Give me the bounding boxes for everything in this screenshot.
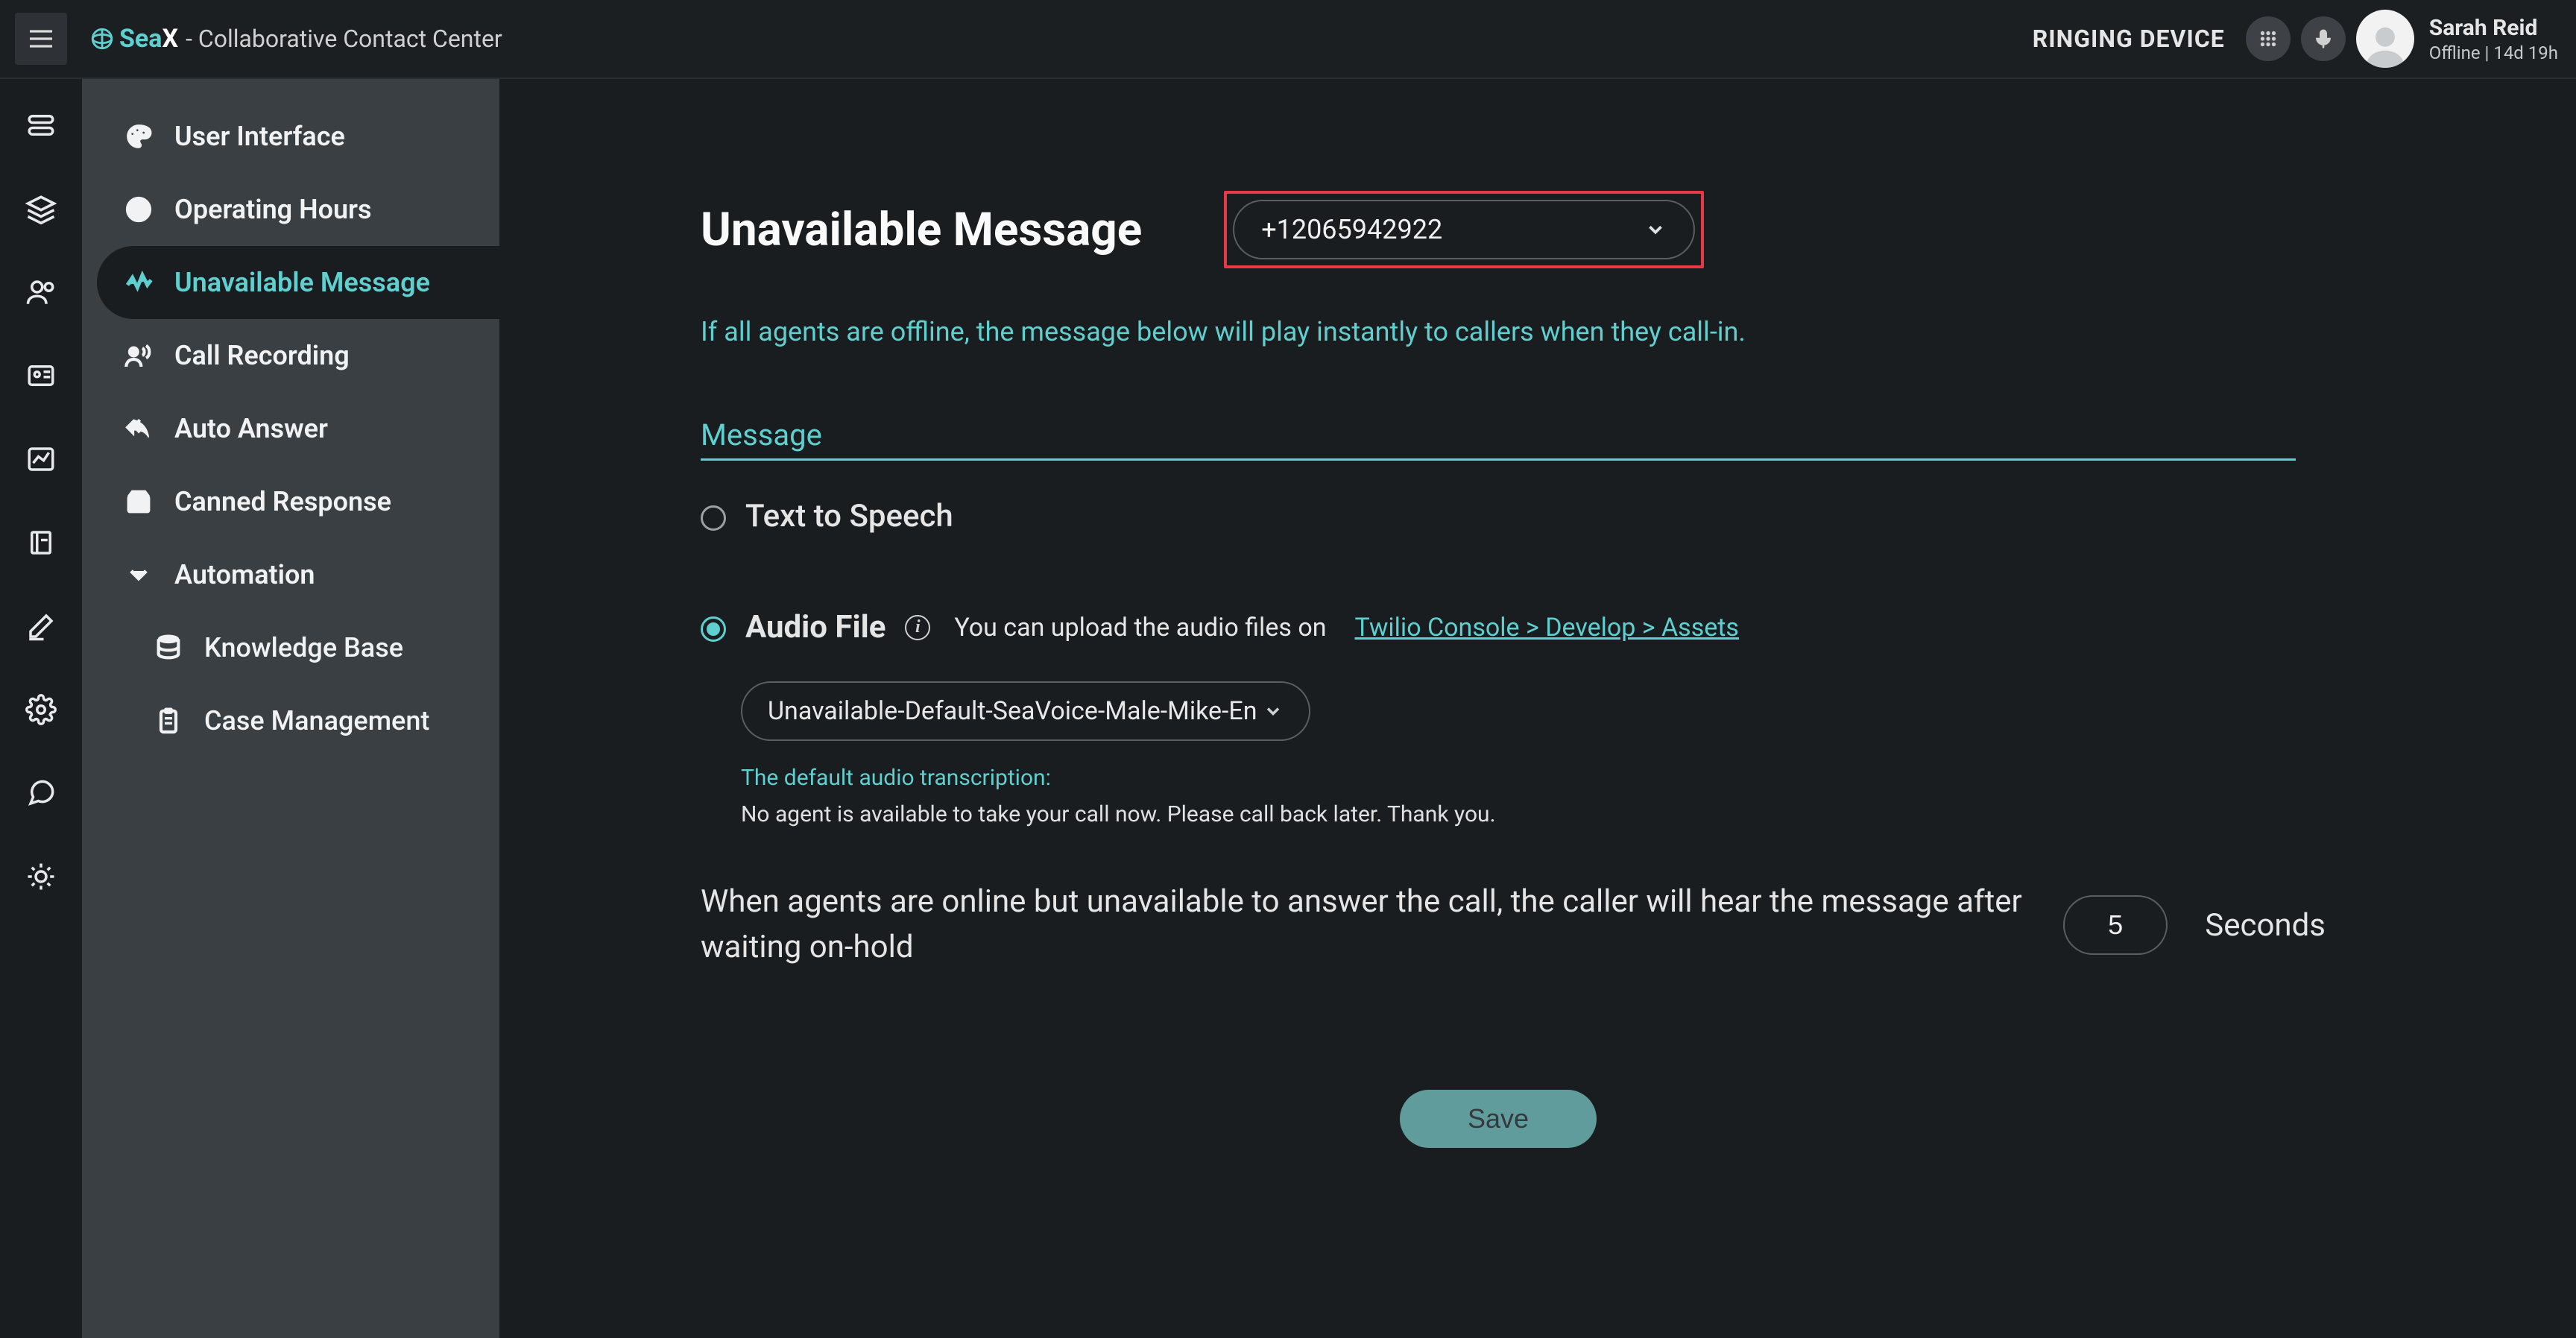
brand-text-sea: Sea	[119, 24, 162, 54]
avatar-placeholder-icon	[2362, 22, 2408, 68]
sidebar-item-label: Knowledge Base	[204, 632, 403, 663]
sidebar-item-label: Auto Answer	[174, 413, 328, 444]
wait-seconds-unit: Seconds	[2205, 907, 2326, 944]
user-status: Offline | 14d 19h	[2429, 42, 2558, 63]
ringing-device-label: RINGING DEVICE	[2033, 25, 2225, 53]
brand-logo: SeaX	[89, 24, 178, 54]
phone-number-select[interactable]: +12065942922	[1233, 200, 1695, 259]
radio-tts-label: Text to Speech	[745, 498, 953, 534]
rail-analytics-icon[interactable]	[25, 443, 57, 476]
sidebar-item-canned-response[interactable]: Canned Response	[82, 465, 499, 538]
canned-icon	[124, 487, 154, 517]
audio-file-select[interactable]: Unavailable-Default-SeaVoice-Male-Mike-E…	[741, 681, 1310, 741]
rail-layers-icon[interactable]	[25, 192, 57, 225]
chevron-down-icon	[1263, 701, 1284, 722]
hamburger-icon	[26, 24, 56, 54]
user-name: Sarah Reid	[2429, 15, 2558, 41]
twilio-console-link[interactable]: Twilio Console > Develop > Assets	[1355, 613, 1739, 643]
phone-select-highlight-box: +12065942922	[1224, 191, 1704, 268]
sidebar-item-call-recording[interactable]: Call Recording	[82, 319, 499, 392]
dialpad-icon	[2257, 28, 2279, 50]
brand-logo-icon	[89, 26, 115, 51]
wait-seconds-input[interactable]	[2063, 895, 2168, 955]
sidebar-item-label: Automation	[174, 559, 315, 590]
sidebar-item-label: Canned Response	[174, 486, 391, 517]
brand-text-x: X	[162, 24, 179, 54]
transcription-label: The default audio transcription:	[741, 765, 2382, 791]
brand-subtitle: - Collaborative Contact Center	[186, 25, 502, 53]
radio-text-to-speech[interactable]	[701, 505, 726, 531]
sidebar-item-label: User Interface	[174, 121, 345, 152]
wait-text: When agents are online but unavailable t…	[701, 880, 2026, 971]
transcription-text: No agent is available to take your call …	[741, 801, 2382, 827]
record-voice-icon	[124, 341, 154, 370]
sidebar-item-operating-hours[interactable]: Operating Hours	[82, 173, 499, 246]
rail-edit-icon[interactable]	[25, 610, 57, 643]
reply-all-icon	[124, 414, 154, 444]
chevron-down-icon	[124, 560, 154, 590]
radio-audio-label: Audio File	[745, 609, 886, 646]
sidebar-item-label: Call Recording	[174, 340, 350, 371]
database-icon	[154, 633, 183, 663]
main-content: Unavailable Message +12065942922 If all …	[499, 79, 2576, 1338]
microphone-button[interactable]	[2301, 16, 2346, 61]
sidebar-item-unavailable-message[interactable]: Unavailable Message	[97, 246, 499, 319]
user-info: Sarah Reid Offline | 14d 19h	[2429, 15, 2558, 63]
settings-sidebar: User Interface Operating Hours Unavailab…	[82, 79, 499, 1338]
palette-icon	[124, 122, 154, 151]
hamburger-menu-button[interactable]	[15, 13, 67, 65]
wave-icon	[124, 268, 154, 297]
rail-chat-icon[interactable]	[25, 777, 57, 810]
rail-integrations-icon[interactable]	[25, 860, 57, 893]
rail-library-icon[interactable]	[25, 526, 57, 559]
phone-number-selected-value: +12065942922	[1261, 214, 1442, 245]
clock-icon	[124, 195, 154, 224]
avatar[interactable]	[2356, 10, 2414, 68]
sidebar-item-case-management[interactable]: Case Management	[82, 684, 499, 757]
radio-audio-file[interactable]	[701, 616, 726, 642]
sidebar-item-label: Case Management	[204, 705, 429, 736]
sidebar-item-auto-answer[interactable]: Auto Answer	[82, 392, 499, 465]
microphone-icon	[2312, 28, 2334, 50]
icon-rail	[0, 79, 82, 1338]
clipboard-icon	[154, 706, 183, 736]
intro-text: If all agents are offline, the message b…	[701, 313, 2382, 350]
rail-settings-icon[interactable]	[25, 693, 57, 726]
top-bar: SeaX - Collaborative Contact Center RING…	[0, 0, 2576, 79]
sidebar-item-automation[interactable]: Automation	[82, 538, 499, 611]
wait-row: When agents are online but unavailable t…	[701, 880, 2326, 971]
message-section-label: Message	[701, 417, 2296, 461]
audio-file-selected-value: Unavailable-Default-SeaVoice-Male-Mike-E…	[768, 696, 1257, 726]
rail-queues-icon[interactable]	[25, 109, 57, 142]
audio-hint-text: You can upload the audio files on	[954, 613, 1326, 643]
sidebar-item-user-interface[interactable]: User Interface	[82, 100, 499, 173]
dialpad-button[interactable]	[2246, 16, 2291, 61]
save-button[interactable]: Save	[1400, 1090, 1597, 1148]
option-tts-row: Text to Speech	[701, 498, 2382, 534]
page-title: Unavailable Message	[701, 203, 1142, 257]
sidebar-item-label: Unavailable Message	[174, 267, 430, 298]
rail-id-card-icon[interactable]	[25, 359, 57, 392]
sidebar-item-knowledge-base[interactable]: Knowledge Base	[82, 611, 499, 684]
info-icon[interactable]: i	[905, 615, 930, 640]
brand: SeaX - Collaborative Contact Center	[89, 24, 502, 54]
sidebar-item-label: Operating Hours	[174, 194, 372, 225]
option-audio-row: Audio File i You can upload the audio fi…	[701, 609, 2382, 646]
rail-users-icon[interactable]	[25, 276, 57, 309]
chevron-down-icon	[1644, 218, 1667, 241]
